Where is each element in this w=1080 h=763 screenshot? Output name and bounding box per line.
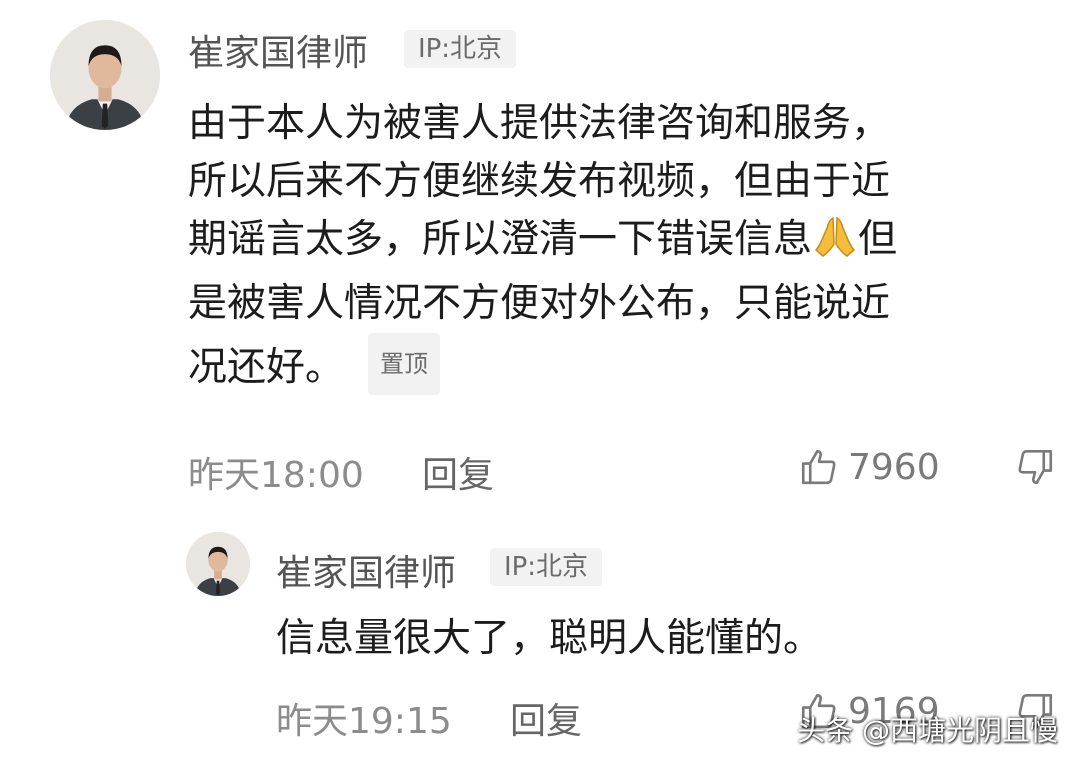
comment-time: 昨天19:15 — [276, 701, 452, 742]
thumbs-up-outline-icon — [801, 449, 836, 485]
comment-text: 由于本人为被害人提供法律咨询和服务， 所以后来不方便继续发布视频，但由于近 期谣… — [188, 95, 1058, 397]
author-avatar[interactable] — [186, 532, 250, 596]
pinned-tag: 置顶 — [368, 333, 441, 395]
ip-location-tag: IP:北京 — [490, 548, 602, 586]
comment-thread: 崔家国律师 IP:北京 由于本人为被害人提供法律咨询和服务， 所以后来不方便继续… — [0, 0, 1080, 763]
avatar-portrait-icon — [186, 532, 250, 596]
comment-text: 信息量很大了，聪明人能懂的。 — [276, 616, 823, 661]
like-count: 7960 — [848, 446, 940, 488]
source-watermark: 头条 @西塘光阴且慢 — [797, 714, 1058, 747]
thumbs-down-outline-icon — [1018, 449, 1053, 485]
praying-hands-emoji-icon — [812, 212, 858, 275]
dislike-button[interactable] — [1014, 446, 1056, 488]
author-name[interactable]: 崔家国律师 — [188, 24, 368, 76]
ip-location-tag: IP:北京 — [404, 30, 516, 68]
like-button[interactable]: 7960 — [798, 444, 940, 490]
reply-button[interactable]: 回复 — [510, 692, 582, 744]
avatar-portrait-icon — [50, 20, 160, 130]
reply-button[interactable]: 回复 — [422, 446, 494, 498]
author-avatar[interactable] — [50, 20, 160, 130]
comment-time: 昨天18:00 — [188, 455, 364, 496]
author-name[interactable]: 崔家国律师 — [276, 544, 456, 596]
